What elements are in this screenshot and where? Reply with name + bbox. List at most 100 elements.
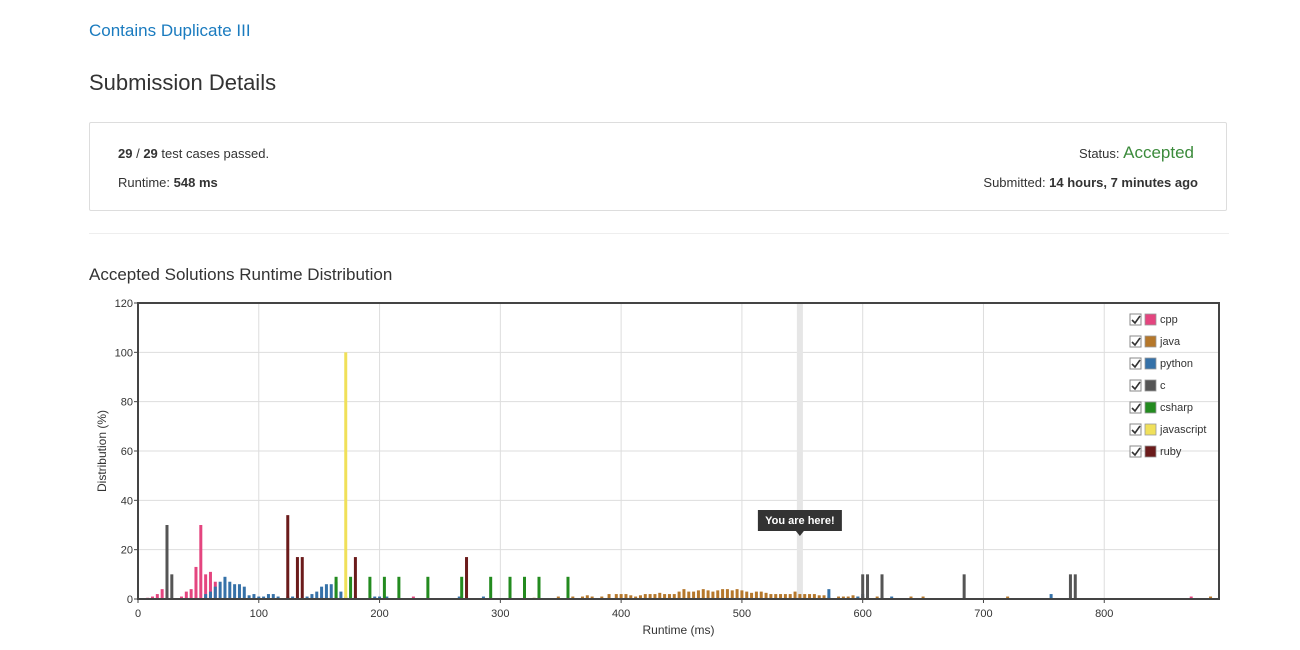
y-tick-label: 120	[115, 298, 133, 310]
bar-java	[740, 590, 744, 599]
legend-item-python[interactable]: python	[1129, 357, 1193, 370]
y-tick-label: 80	[121, 397, 133, 409]
submitted-label: Submitted:	[983, 175, 1050, 190]
test-cases-text: test cases passed.	[157, 146, 270, 161]
x-tick-label: 200	[370, 608, 388, 620]
x-tick-label: 700	[974, 608, 992, 620]
legend-item-ruby[interactable]: ruby	[1129, 445, 1182, 458]
bar-java	[701, 589, 705, 599]
bar-javascript	[344, 352, 348, 599]
y-tick-label: 60	[121, 446, 133, 458]
status-summary: Status: Accepted	[1079, 143, 1194, 163]
bar-python	[208, 591, 212, 599]
bar-java	[725, 589, 729, 599]
bar-java	[687, 591, 691, 599]
bar-cpp	[160, 589, 164, 599]
bar-python	[320, 586, 324, 599]
bar-c	[1073, 574, 1077, 599]
legend-label: java	[1159, 336, 1181, 348]
status-label: Status:	[1079, 146, 1124, 161]
x-tick-label: 400	[612, 608, 630, 620]
legend-item-csharp[interactable]: csharp	[1129, 401, 1193, 414]
bar-csharp	[566, 576, 570, 599]
x-tick-label: 500	[733, 608, 751, 620]
count-separator: /	[132, 146, 144, 161]
bar-cpp	[189, 589, 193, 599]
legend-item-cpp[interactable]: cpp	[1129, 313, 1178, 326]
passed-count: 29	[118, 146, 133, 161]
y-tick-label: 20	[121, 545, 133, 557]
legend-label: python	[1160, 358, 1193, 370]
legend-swatch	[1144, 379, 1157, 392]
bar-java	[759, 591, 763, 599]
bar-java	[696, 590, 700, 599]
bar-csharp	[334, 576, 338, 599]
bar-c	[962, 574, 966, 599]
legend-label: ruby	[1160, 446, 1182, 458]
bar-python	[242, 586, 246, 599]
legend-label: c	[1160, 380, 1166, 392]
chart-marker	[796, 303, 803, 599]
chart-grid	[138, 302, 1219, 599]
submission-details-panel: 29 / 29 test cases passed. Runtime: 548 …	[89, 122, 1227, 211]
bar-c	[880, 574, 884, 599]
bar-java	[721, 589, 725, 599]
legend-label: csharp	[1160, 402, 1193, 414]
bar-ruby	[286, 515, 290, 599]
bar-cpp	[184, 591, 188, 599]
bar-c	[861, 574, 865, 599]
bar-python	[218, 581, 222, 599]
bar-csharp	[397, 576, 401, 599]
test-cases-summary: 29 / 29 test cases passed.	[118, 146, 269, 161]
legend-swatch	[1144, 357, 1157, 370]
bar-java	[754, 591, 758, 599]
bar-java	[730, 590, 734, 599]
y-tick-label: 40	[121, 495, 133, 507]
submitted-summary: Submitted: 14 hours, 7 minutes ago	[983, 175, 1198, 190]
legend-label: cpp	[1160, 314, 1178, 326]
bar-c	[866, 574, 870, 599]
bar-csharp	[368, 576, 372, 599]
legend-item-javascript[interactable]: javascript	[1129, 423, 1206, 436]
bar-csharp	[537, 576, 541, 599]
problem-title-link[interactable]: Contains Duplicate III	[89, 21, 251, 41]
bar-c	[170, 574, 174, 599]
bar-python	[223, 576, 227, 599]
bar-csharp	[489, 576, 493, 599]
bar-ruby	[300, 557, 304, 599]
bar-cpp	[199, 525, 203, 599]
legend-swatch	[1144, 313, 1157, 326]
bar-java	[735, 589, 739, 599]
bar-python	[324, 584, 328, 599]
y-tick-label: 100	[115, 347, 133, 359]
bar-csharp	[349, 576, 353, 599]
chart-ticks: 0 100 200 300 400 500 600 700 800 0 20 40 60 80 100 120	[115, 298, 1114, 620]
bar-java	[745, 591, 749, 599]
page-title: Submission Details	[89, 70, 277, 95]
bar-java	[692, 591, 696, 599]
runtime-summary: Runtime: 548 ms	[118, 175, 218, 190]
submitted-value: 14 hours, 7 minutes ago	[1049, 175, 1198, 190]
x-tick-label: 100	[250, 608, 268, 620]
chart-legend: cpp java python c csharp javascript ruby	[1129, 313, 1206, 458]
runtime-value: 548 ms	[173, 175, 218, 190]
legend-swatch	[1144, 423, 1157, 436]
y-tick-label: 0	[127, 594, 133, 606]
legend-label: javascript	[1159, 424, 1206, 436]
chart-bars	[146, 352, 1213, 599]
bar-cpp	[194, 566, 198, 599]
x-tick-label: 0	[135, 608, 141, 620]
bar-ruby	[465, 557, 469, 599]
bar-csharp	[460, 576, 464, 599]
x-tick-label: 600	[854, 608, 872, 620]
tooltip-label: You are here!	[765, 515, 835, 527]
legend-item-java[interactable]: java	[1129, 335, 1181, 348]
runtime-distribution-chart: 0 100 200 300 400 500 600 700 800 0 20 40 60 80 100 120…	[95, 298, 1220, 637]
bar-python	[228, 581, 232, 599]
legend-item-c[interactable]: c	[1129, 379, 1166, 392]
bar-c	[1068, 574, 1072, 599]
bar-python	[237, 584, 241, 599]
bar-csharp	[382, 576, 386, 599]
bar-java	[793, 591, 797, 599]
x-axis-label: Runtime (ms)	[642, 623, 714, 637]
